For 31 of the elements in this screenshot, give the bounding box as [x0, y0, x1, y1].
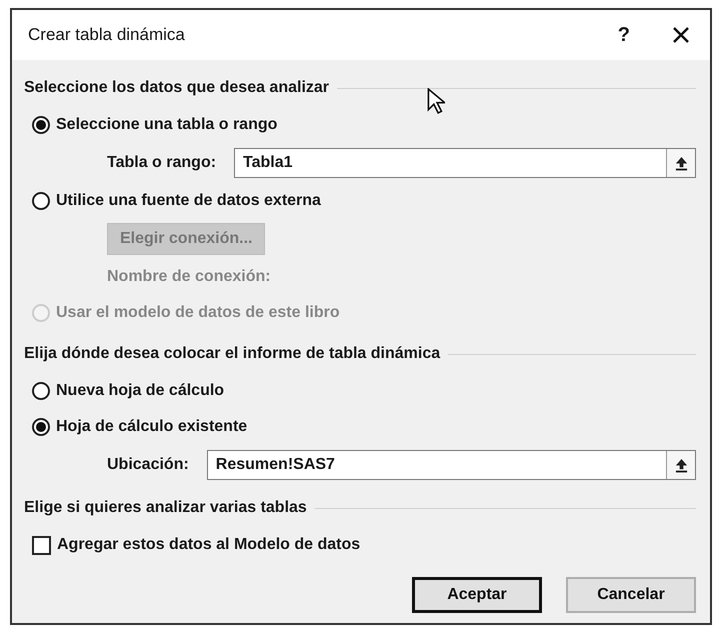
dialog-button[interactable]: Aceptar	[412, 577, 542, 613]
connection-name-label: Nombre de conexión:	[107, 268, 271, 286]
radio-button[interactable]	[32, 116, 50, 134]
dialog-button[interactable]: Cancelar	[566, 577, 696, 613]
radio-label: Utilice una fuente de datos externa	[56, 192, 321, 210]
window-title: Crear tabla dinámica	[28, 25, 186, 45]
radio-label: Nueva hoja de cálculo	[56, 382, 224, 400]
radio-button[interactable]	[32, 418, 50, 436]
radio-label: Seleccione una tabla o rango	[56, 116, 278, 134]
checkbox-label: Agregar estos datos al Modelo de datos	[57, 536, 360, 554]
checkbox[interactable]	[32, 536, 51, 554]
input-field[interactable]: Resumen!SAS7	[206, 450, 696, 480]
input-field[interactable]: Tabla1	[234, 148, 696, 178]
section-heading: Seleccione los datos que desea analizar	[24, 79, 330, 97]
radio-label: Hoja de cálculo existente	[56, 418, 248, 436]
field-label: Tabla o rango:	[107, 154, 216, 172]
section-heading: Elija dónde desea colocar el informe de tabla dinámica	[24, 345, 440, 363]
upload-arrow-icon	[674, 156, 688, 170]
radio-button[interactable]	[32, 382, 50, 400]
mouse-pointer-icon	[427, 88, 445, 114]
section-heading: Elige si quieres analizar varias tablas	[24, 499, 307, 517]
radio-button[interactable]	[32, 192, 50, 210]
field-value: Resumen!SAS7	[216, 456, 336, 474]
field-label: Ubicación:	[107, 456, 189, 474]
radio-label: Usar el modelo de datos de este libro	[56, 304, 340, 322]
upload-arrow-icon	[674, 458, 688, 472]
close-icon[interactable]	[672, 26, 690, 44]
collapse-button[interactable]	[666, 451, 695, 479]
help-button[interactable]: ?	[618, 24, 630, 46]
collapse-button[interactable]	[666, 149, 695, 177]
field-value: Tabla1	[243, 154, 294, 172]
